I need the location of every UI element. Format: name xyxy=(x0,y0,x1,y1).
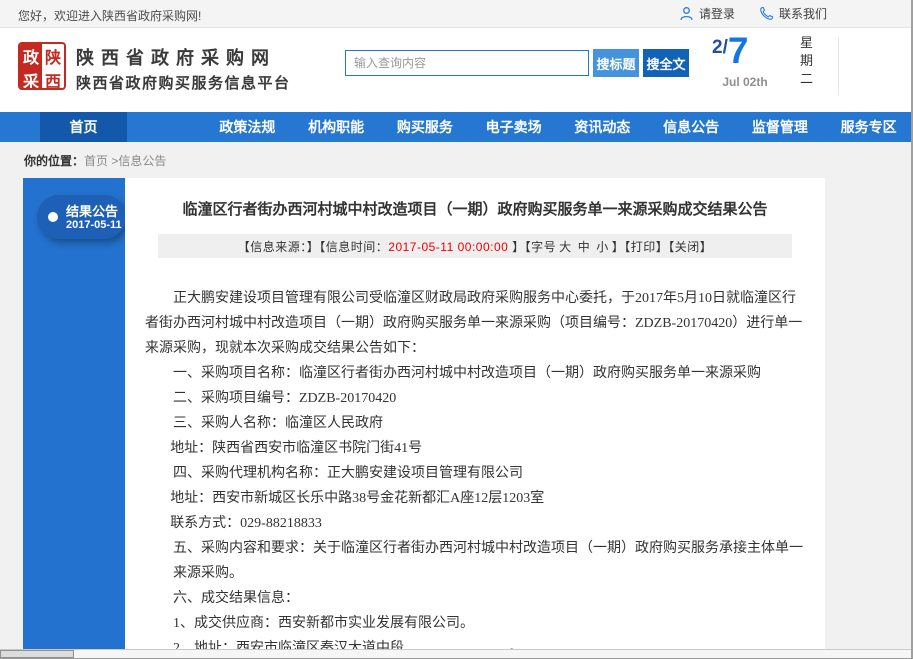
article-paragraph: 1、成交供应商：西安新都市实业发展有限公司。 xyxy=(145,611,805,636)
meta-time-prefix: 【信息时间： xyxy=(319,240,388,254)
logo-char: 陕 xyxy=(42,44,64,68)
nav-item-2[interactable]: 政策法规 xyxy=(203,112,292,142)
horizontal-scrollbar[interactable] xyxy=(0,649,913,658)
fontsize-medium-button[interactable]: 中 xyxy=(578,240,591,254)
article-paragraph: 二、采购项目编号：ZDZB-20170420 xyxy=(145,386,805,411)
meta-fontsize-prefix: 【字号 xyxy=(525,240,557,254)
nav-item-4[interactable]: 购买服务 xyxy=(381,112,470,142)
meta-source: 【信息来源：】 xyxy=(238,240,320,254)
contact-link[interactable]: 联系我们 xyxy=(759,5,827,22)
logo-char: 政 xyxy=(20,44,42,68)
header-divider xyxy=(838,37,839,95)
meta-fontsize-suffix: 】 xyxy=(612,240,625,254)
site-logo: 政陕采西 xyxy=(18,42,66,90)
search-title-button[interactable]: 搜标题 xyxy=(593,49,639,77)
article-paragraph: 联系方式：029-88218833 xyxy=(145,511,805,536)
date-day: 7 xyxy=(728,30,749,71)
search-bar: 搜标题 搜全文 xyxy=(345,49,689,77)
date-english: Jul 02th xyxy=(710,75,780,89)
page-root: 您好，欢迎进入陕西省政府采购网! 请登录 联系我们 政陕采西 陕西省政府采购网 … xyxy=(0,0,913,659)
site-name: 陕西省政府采购网 xyxy=(76,44,276,70)
scrollbar-thumb[interactable] xyxy=(0,650,74,658)
login-link[interactable]: 请登录 xyxy=(679,5,735,22)
top-bar: 您好，欢迎进入陕西省政府采购网! 请登录 联系我们 xyxy=(0,0,913,28)
nav-item-1[interactable]: 首页 xyxy=(40,112,127,142)
nav-menu: 首页 政策法规机构职能购买服务电子卖场资讯动态信息公告监督管理服务专区 xyxy=(0,112,913,142)
article-paragraph: 地址：西安市新城区长乐中路38号金花新都汇A座12层1203室 xyxy=(145,486,805,511)
meta-time-suffix: 】 xyxy=(508,240,524,254)
date-weekday: 星期二 xyxy=(800,34,815,88)
article-paragraph: 正大鹏安建设项目管理有限公司受临潼区财政局政府采购服务中心委托，于2017年5月… xyxy=(145,286,805,361)
user-icon xyxy=(679,6,694,21)
main-nav: 首页 政策法规机构职能购买服务电子卖场资讯动态信息公告监督管理服务专区 xyxy=(0,112,913,142)
search-input[interactable] xyxy=(345,50,589,76)
meta-time-value: 2017-05-11 00:00:00 xyxy=(388,240,508,254)
breadcrumb-label: 你的位置： xyxy=(24,154,84,168)
date-widget: 2/7 xyxy=(712,30,748,72)
article-paragraph: 一、采购项目名称：临潼区行者街办西河村城中村改造项目（一期）政府购买服务单一来源… xyxy=(145,361,805,386)
search-fulltext-button[interactable]: 搜全文 xyxy=(643,49,689,77)
nav-item-6[interactable]: 资讯动态 xyxy=(558,112,647,142)
nav-item-3[interactable]: 机构职能 xyxy=(292,112,381,142)
top-bar-links: 请登录 联系我们 xyxy=(679,5,827,22)
print-button[interactable]: 【打印】 xyxy=(624,240,668,254)
date-month: 2/ xyxy=(712,37,728,58)
bullet-dot-icon xyxy=(48,212,58,222)
article-title: 临潼区行者街办西河村城中村改造项目（一期）政府购买服务单一来源采购成交结果公告 xyxy=(151,198,799,219)
article-paragraph: 六、成交结果信息： xyxy=(145,586,805,611)
logo-char: 西 xyxy=(42,68,64,90)
welcome-text: 您好，欢迎进入陕西省政府采购网! xyxy=(18,7,201,24)
sidebar-item-result-notice[interactable]: 结果公告 2017-05-11 xyxy=(37,195,126,239)
nav-item-5[interactable]: 电子卖场 xyxy=(469,112,558,142)
article-paragraph: 五、采购内容和要求：关于临潼区行者街办西河村城中村改造项目（一期）政府购买服务承… xyxy=(145,536,805,586)
content-panel: 临潼区行者街办西河村城中村改造项目（一期）政府购买服务单一来源采购成交结果公告 … xyxy=(125,178,825,658)
nav-item-8[interactable]: 监督管理 xyxy=(736,112,825,142)
article-meta-bar: 【信息来源：】【信息时间：2017-05-11 00:00:00 】【字号大中小… xyxy=(158,234,792,258)
close-button[interactable]: 【关闭】 xyxy=(668,240,712,254)
sidebar-category: 结果公告 xyxy=(66,201,118,220)
article-paragraph: 地址：陕西省西安市临潼区书院门街41号 xyxy=(145,436,805,461)
phone-icon xyxy=(759,6,774,21)
login-label: 请登录 xyxy=(699,5,735,22)
breadcrumb: 你的位置：首页 >信息公告 xyxy=(24,152,166,169)
nav-item-7[interactable]: 信息公告 xyxy=(647,112,736,142)
sidebar-date: 2017-05-11 xyxy=(66,219,122,231)
logo-char: 采 xyxy=(20,68,42,90)
breadcrumb-path[interactable]: 首页 >信息公告 xyxy=(84,154,166,168)
contact-label: 联系我们 xyxy=(779,5,827,22)
fontsize-large-button[interactable]: 大 xyxy=(559,240,572,254)
site-header: 政陕采西 陕西省政府采购网 陕西省政府购买服务信息平台 搜标题 搜全文 2/7 … xyxy=(0,29,913,112)
main-area: 你的位置：首页 >信息公告 结果公告 2017-05-11 临潼区行者街办西河村… xyxy=(0,142,913,658)
site-subtitle: 陕西省政府购买服务信息平台 xyxy=(76,72,291,93)
nav-item-9[interactable]: 服务专区 xyxy=(824,112,913,142)
article-paragraph: 三、采购人名称：临潼区人民政府 xyxy=(145,411,805,436)
sidebar: 结果公告 2017-05-11 xyxy=(23,178,125,658)
fontsize-small-button[interactable]: 小 xyxy=(596,240,609,254)
article-paragraph: 四、采购代理机构名称：正大鹏安建设项目管理有限公司 xyxy=(145,461,805,486)
article-body: 正大鹏安建设项目管理有限公司受临潼区财政局政府采购服务中心委托，于2017年5月… xyxy=(125,286,825,659)
